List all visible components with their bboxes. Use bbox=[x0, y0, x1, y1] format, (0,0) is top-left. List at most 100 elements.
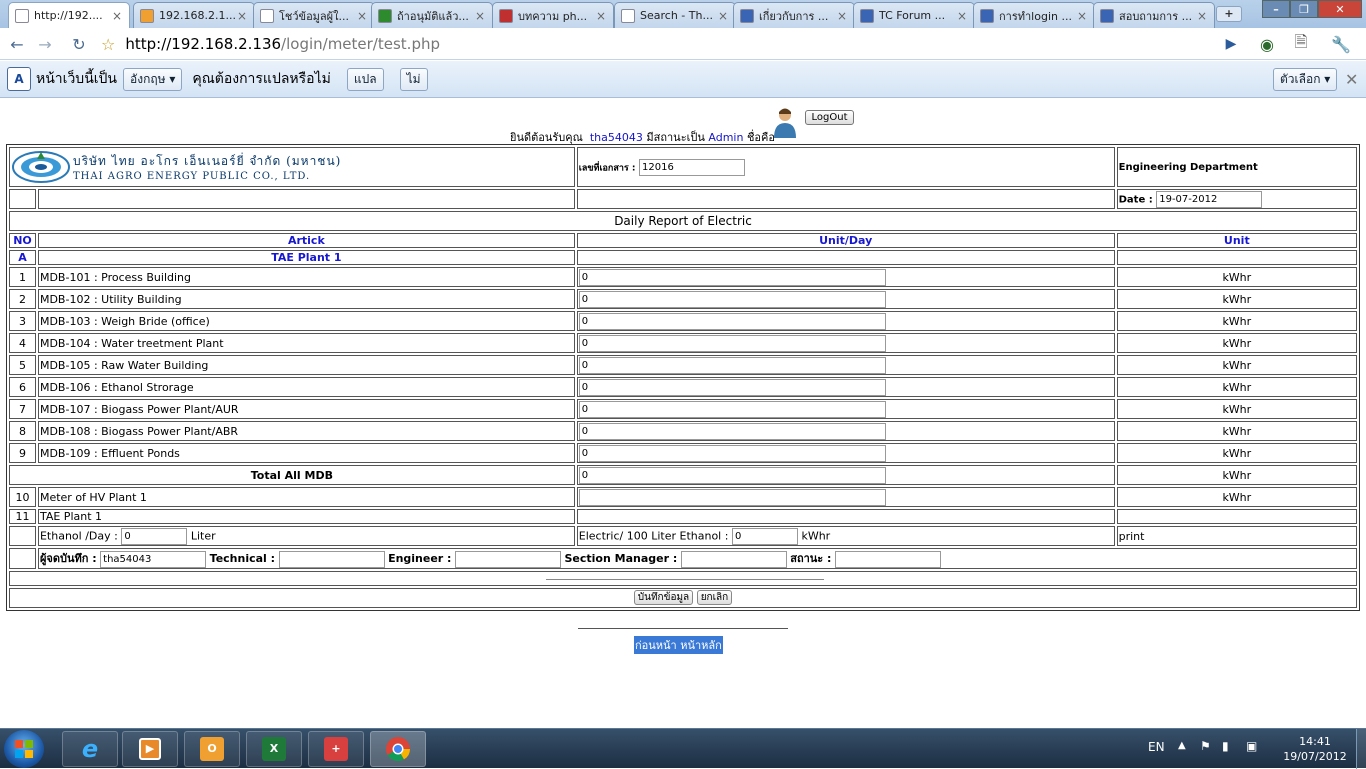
taskbar-outlook[interactable]: O bbox=[184, 731, 240, 767]
input-language[interactable]: EN bbox=[1148, 740, 1165, 754]
no-translate-button[interactable]: ไม่ bbox=[399, 67, 428, 91]
start-button[interactable] bbox=[4, 730, 44, 768]
prev-link[interactable]: ก่อนหน้า bbox=[635, 639, 677, 652]
tab-1[interactable]: http://192.... × bbox=[8, 2, 130, 28]
taskbar-chrome[interactable] bbox=[370, 731, 426, 767]
close-tab-icon[interactable]: × bbox=[1196, 9, 1208, 23]
new-tab-button[interactable]: + bbox=[1216, 6, 1242, 22]
tab-7[interactable]: เกี่ยวกับการ ... × bbox=[733, 2, 855, 28]
tab-6[interactable]: Search - Th... × bbox=[614, 2, 736, 28]
tab-4[interactable]: ถ้าอนุมัติแล้ว... × bbox=[371, 2, 493, 28]
hv-meter-input[interactable] bbox=[578, 488, 886, 506]
tab-10[interactable]: สอบถามการ ... × bbox=[1093, 2, 1215, 28]
row-value-input[interactable]: 0 bbox=[578, 312, 886, 330]
close-translate-icon[interactable]: ✕ bbox=[1345, 70, 1358, 89]
back-icon[interactable]: ← bbox=[6, 34, 28, 54]
recorder-input[interactable]: tha54043 bbox=[100, 550, 207, 568]
close-tab-icon[interactable]: × bbox=[717, 9, 729, 23]
page-menu-icon[interactable]: 🗎 bbox=[1290, 32, 1312, 54]
save-button[interactable]: บันทึกข้อมูล bbox=[633, 590, 694, 605]
close-tab-icon[interactable]: × bbox=[474, 9, 486, 23]
address-bar[interactable]: ☆ http://192.168.2.136/login/meter/test.… bbox=[101, 32, 1251, 56]
technical-input[interactable] bbox=[278, 550, 385, 568]
cancel-button[interactable]: ยกเลิก bbox=[696, 590, 733, 605]
system-clock[interactable]: 14:41 19/07/2012 bbox=[1280, 734, 1350, 764]
close-tab-icon[interactable]: × bbox=[836, 9, 848, 23]
close-tab-icon[interactable]: × bbox=[1076, 9, 1088, 23]
tab-title: โชว์ข้อมูลผู้ใ... bbox=[279, 9, 349, 23]
bookmark-star-icon[interactable]: ☆ bbox=[101, 35, 115, 54]
section-manager-input[interactable] bbox=[680, 550, 787, 568]
home-link[interactable]: หน้าหลัก bbox=[680, 639, 722, 652]
row-value-input[interactable]: 0 bbox=[578, 268, 886, 286]
blank-cell bbox=[576, 250, 1115, 265]
language-select[interactable]: อังกฤษ ▾ bbox=[123, 67, 183, 91]
close-tab-icon[interactable]: × bbox=[111, 9, 123, 23]
tab-5[interactable]: บทความ ph... × bbox=[492, 2, 614, 28]
tab-9[interactable]: การทำlogin ... × bbox=[973, 2, 1095, 28]
row-value-input[interactable]: 0 bbox=[578, 422, 886, 440]
wrench-icon[interactable]: 🔧 bbox=[1330, 34, 1352, 54]
row-no: 6 bbox=[9, 377, 36, 397]
tab-3[interactable]: โชว์ข้อมูลผู้ใ... × bbox=[253, 2, 375, 28]
minimize-button[interactable]: – bbox=[1262, 0, 1290, 18]
show-desktop-button[interactable] bbox=[1356, 729, 1366, 769]
welcome-user: tha54043 bbox=[589, 131, 643, 144]
blank-cell bbox=[1116, 250, 1357, 265]
globe-icon[interactable]: ◉ bbox=[1256, 34, 1278, 54]
ethanol-row: Ethanol /Day : 0 Liter Electric/ 100 Lit… bbox=[9, 526, 1357, 546]
maximize-button[interactable]: ❐ bbox=[1290, 0, 1318, 18]
footer-links: ก่อนหน้า หน้าหลัก bbox=[634, 636, 723, 654]
network-icon[interactable]: ▣ bbox=[1246, 739, 1257, 753]
power-icon[interactable]: ▮ bbox=[1222, 739, 1229, 753]
taskbar-media[interactable]: ▶ bbox=[122, 731, 178, 767]
row-value-input[interactable]: 0 bbox=[578, 444, 886, 462]
google-icon bbox=[378, 8, 392, 23]
engineer-input[interactable] bbox=[454, 550, 561, 568]
total-unit: kWhr bbox=[1116, 465, 1357, 485]
print-link[interactable]: print bbox=[1116, 526, 1357, 546]
date-input[interactable]: 19-07-2012 bbox=[1156, 190, 1263, 208]
row-value-input[interactable]: 0 bbox=[578, 356, 886, 374]
tab-title: บทความ ph... bbox=[518, 9, 588, 23]
close-tab-icon[interactable]: × bbox=[956, 9, 968, 23]
reload-icon[interactable]: ↻ bbox=[68, 34, 90, 54]
ethanol-input[interactable]: 0 bbox=[121, 527, 188, 545]
row-unit: kWhr bbox=[1116, 311, 1357, 331]
close-window-button[interactable]: ✕ bbox=[1318, 0, 1362, 18]
tab-2[interactable]: 192.168.2.1... × bbox=[133, 2, 255, 28]
logout-button[interactable]: LogOut bbox=[805, 110, 854, 125]
tab-title: ถ้าอนุมัติแล้ว... bbox=[397, 9, 469, 23]
doc-number-input[interactable]: 12016 bbox=[639, 158, 745, 176]
electric-per-ethanol-cell: Electric/ 100 Liter Ethanol : 0 kWhr bbox=[576, 526, 1115, 546]
taskbar-excel[interactable]: X bbox=[246, 731, 302, 767]
welcome-suffix: ชื่อคือ bbox=[746, 131, 775, 144]
status-input[interactable] bbox=[834, 550, 941, 568]
row-value-cell: 0 bbox=[576, 267, 1115, 287]
signers-cell: ผู้จดบันทึก : tha54043 Technical : Engin… bbox=[37, 548, 1357, 569]
translate-button[interactable]: แปล bbox=[346, 67, 384, 91]
total-value-input[interactable]: 0 bbox=[578, 466, 886, 484]
blank-cell bbox=[576, 189, 1115, 209]
close-tab-icon[interactable]: × bbox=[595, 9, 607, 23]
action-center-icon[interactable]: ⚑ bbox=[1200, 739, 1211, 753]
table-row: 10 Meter of HV Plant 1 kWhr bbox=[9, 487, 1357, 507]
taskbar-ie[interactable]: e bbox=[62, 731, 118, 767]
blank-cell bbox=[9, 548, 36, 569]
forward-icon[interactable]: → bbox=[34, 34, 56, 54]
media-player-icon: ▶ bbox=[139, 738, 161, 760]
close-tab-icon[interactable]: × bbox=[236, 9, 248, 23]
tab-8[interactable]: TC Forum ... × bbox=[853, 2, 975, 28]
forum-icon bbox=[740, 8, 754, 23]
close-tab-icon[interactable]: × bbox=[356, 9, 368, 23]
taskbar-notes[interactable]: + bbox=[308, 731, 364, 767]
row-value-input[interactable]: 0 bbox=[578, 400, 886, 418]
row-value-input[interactable]: 0 bbox=[578, 334, 886, 352]
row-value-input[interactable]: 0 bbox=[578, 290, 886, 308]
row-value-input[interactable]: 0 bbox=[578, 378, 886, 396]
tray-expand-icon[interactable]: ▲ bbox=[1178, 740, 1186, 751]
electric-per-ethanol-input[interactable]: 0 bbox=[731, 527, 798, 545]
play-icon[interactable]: ▶ bbox=[1220, 34, 1242, 54]
translate-options-button[interactable]: ตัวเลือก ▾ bbox=[1273, 67, 1338, 91]
row-value-cell: 0 bbox=[576, 377, 1115, 397]
